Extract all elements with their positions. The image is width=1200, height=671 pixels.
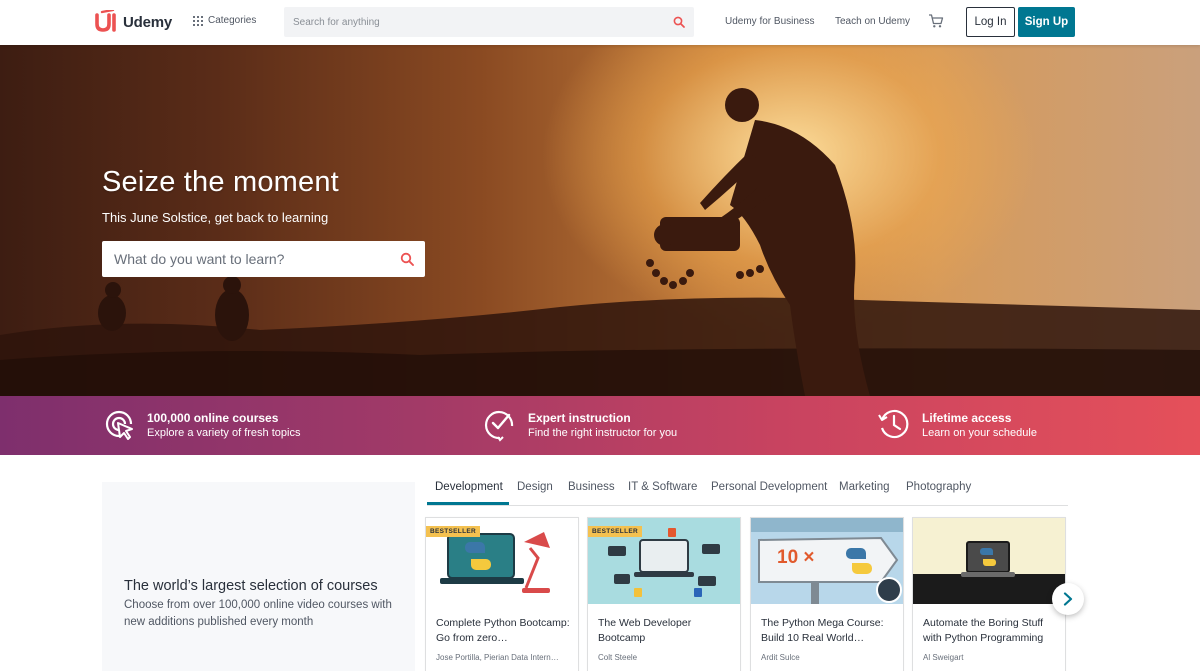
tab-design[interactable]: Design: [517, 481, 553, 493]
hero-banner: Seize the moment This June Solstice, get…: [0, 45, 1200, 396]
chevron-right-icon: [1063, 592, 1073, 606]
signup-button[interactable]: Sign Up: [1018, 7, 1075, 37]
login-button[interactable]: Log In: [966, 7, 1015, 37]
udemy-logo-icon: [95, 10, 116, 32]
hero-title: Seize the moment: [102, 166, 339, 198]
course-thumbnail: BESTSELLER: [426, 518, 578, 604]
hero-search-bar: [102, 241, 425, 277]
course-title: The Python Mega Course: Build 10 Real Wo…: [761, 617, 884, 644]
hero-subtitle: This June Solstice, get back to learning: [102, 210, 329, 225]
course-title: Automate the Boring Stuff with Python Pr…: [923, 617, 1044, 644]
carousel-next-button[interactable]: [1052, 583, 1084, 615]
feature-expert-instruction: Expert instruction Find the right instru…: [482, 406, 677, 442]
promo-panel: The world’s largest selection of courses…: [102, 482, 415, 671]
feature-title: Lifetime access: [922, 411, 1012, 425]
course-author: Ardit Sulce: [761, 653, 800, 662]
cart-icon[interactable]: [928, 13, 944, 29]
teach-on-udemy-link[interactable]: Teach on Udemy: [835, 16, 910, 27]
bestseller-badge: BESTSELLER: [426, 526, 480, 537]
target-cursor-icon: [105, 410, 133, 440]
udemy-logo[interactable]: Udemy: [93, 9, 172, 35]
header-search-bar: [284, 7, 694, 37]
thumbnail-text: 10 ×: [777, 547, 815, 568]
course-author: Jose Portilla, Pierian Data Intern…: [436, 653, 559, 662]
course-title: Complete Python Bootcamp: Go from zero…: [436, 617, 570, 644]
feature-description: Learn on your schedule: [922, 427, 1037, 439]
course-card[interactable]: BESTSELLER The Web Developer Bootcamp Co…: [587, 517, 741, 671]
promo-title: The world’s largest selection of courses: [124, 578, 378, 594]
feature-title: Expert instruction: [528, 411, 631, 425]
course-thumbnail: 10 ×: [751, 518, 903, 604]
feature-description: Explore a variety of fresh topics: [147, 427, 301, 439]
tab-personal-development[interactable]: Personal Development: [711, 481, 827, 493]
feature-lifetime-access: Lifetime access Learn on your schedule: [876, 406, 1037, 442]
course-thumbnail: [913, 518, 1065, 604]
feature-description: Find the right instructor for you: [528, 427, 678, 439]
bestseller-badge: BESTSELLER: [588, 526, 642, 537]
grid-icon: [193, 15, 203, 26]
history-clock-icon: [878, 409, 909, 439]
tab-it-software[interactable]: IT & Software: [628, 481, 697, 493]
python-mega-course-illustration: [751, 518, 903, 604]
course-title: The Web Developer Bootcamp: [598, 617, 692, 644]
feature-online-courses: 100,000 online courses Explore a variety…: [101, 406, 300, 442]
tab-development[interactable]: Development: [435, 481, 503, 493]
hero-search-input[interactable]: [102, 241, 382, 277]
feature-title: 100,000 online courses: [147, 411, 279, 425]
header-search-input[interactable]: [284, 7, 654, 37]
course-thumbnail: BESTSELLER: [588, 518, 740, 604]
tab-photography[interactable]: Photography: [906, 481, 971, 493]
active-tab-indicator: [427, 502, 509, 505]
udemy-for-business-link[interactable]: Udemy for Business: [725, 16, 814, 27]
course-card[interactable]: BESTSELLER Complete Python Bootcamp: Go …: [425, 517, 579, 671]
course-card[interactable]: Automate the Boring Stuff with Python Pr…: [912, 517, 1066, 671]
tab-marketing[interactable]: Marketing: [839, 481, 890, 493]
tab-business[interactable]: Business: [568, 481, 615, 493]
category-tabs: Development Design Business IT & Softwar…: [427, 479, 1068, 506]
course-card[interactable]: 10 × The Python Mega Course: Build 10 Re…: [750, 517, 904, 671]
categories-menu[interactable]: Categories: [193, 15, 256, 26]
top-navbar: Udemy Categories Udemy for Business Teac…: [0, 0, 1200, 45]
course-author: Al Sweigart: [923, 653, 964, 662]
value-proposition-strip: 100,000 online courses Explore a variety…: [0, 396, 1200, 455]
checkmark-badge-icon: [484, 410, 514, 442]
logo-text: Udemy: [123, 13, 173, 31]
search-icon[interactable]: [673, 16, 685, 28]
automate-laptop-illustration: [913, 541, 1065, 604]
categories-label: Categories: [208, 15, 257, 26]
promo-description: Choose from over 100,000 online video co…: [124, 599, 392, 628]
search-icon[interactable]: [400, 252, 414, 266]
course-author: Colt Steele: [598, 653, 638, 662]
